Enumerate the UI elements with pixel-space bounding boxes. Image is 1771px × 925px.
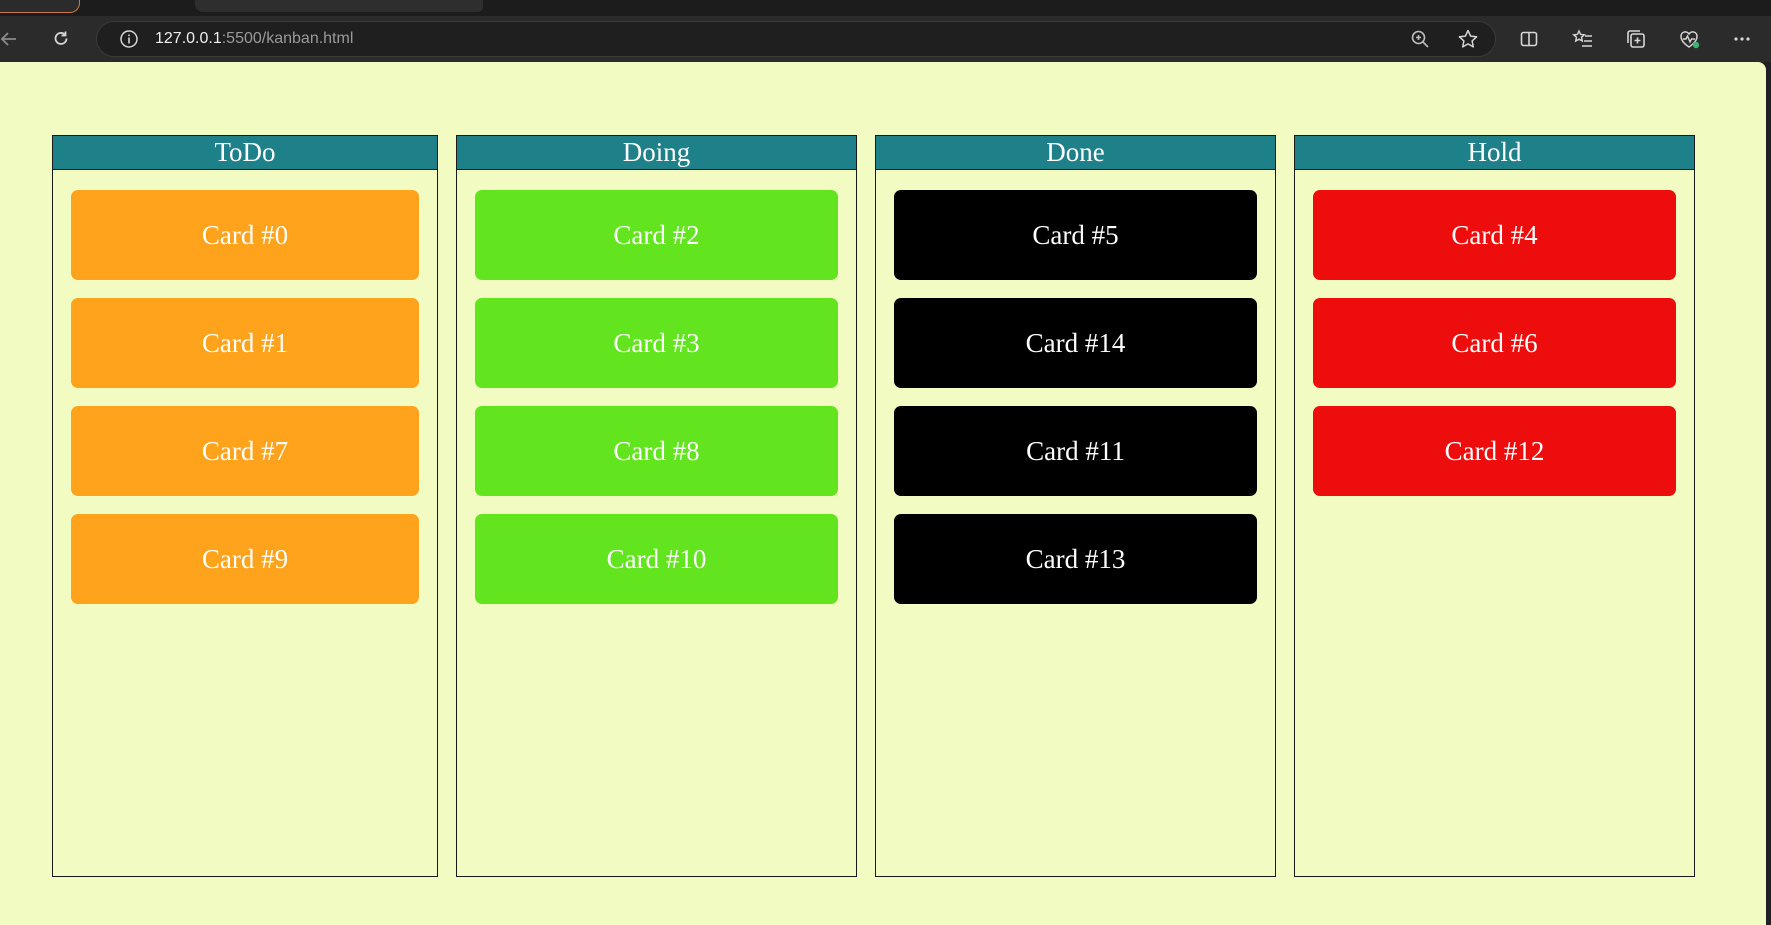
favorites-list-icon[interactable] xyxy=(1568,24,1598,54)
tab-partial-3[interactable] xyxy=(150,0,178,12)
kanban-card[interactable]: Card #10 xyxy=(475,514,838,604)
zoom-in-icon[interactable] xyxy=(1405,24,1435,54)
tab-strip-empty xyxy=(483,0,1771,14)
tab-partial-1[interactable] xyxy=(0,0,80,13)
page-viewport: ToDo Card #0 Card #1 Card #7 Card #9 Doing Car… xyxy=(0,62,1766,925)
kanban-card[interactable]: Card #4 xyxy=(1313,190,1676,280)
column-header: Doing xyxy=(457,136,856,170)
url-host: 127.0.0.1 xyxy=(155,30,222,47)
kanban-card[interactable]: Card #13 xyxy=(894,514,1257,604)
reload-icon[interactable] xyxy=(46,24,76,54)
info-icon[interactable] xyxy=(114,24,144,54)
kanban-card[interactable]: Card #11 xyxy=(894,406,1257,496)
kanban-card[interactable]: Card #2 xyxy=(475,190,838,280)
kanban-card[interactable]: Card #7 xyxy=(71,406,419,496)
window-edge xyxy=(1766,62,1771,925)
kanban-card[interactable]: Card #14 xyxy=(894,298,1257,388)
tab-active[interactable] xyxy=(195,0,485,12)
browser-essentials-icon[interactable] xyxy=(1674,24,1704,54)
kanban-card[interactable]: Card #1 xyxy=(71,298,419,388)
kanban-card[interactable]: Card #12 xyxy=(1313,406,1676,496)
column-header: Hold xyxy=(1295,136,1694,170)
browser-toolbar: 127.0.0.1:5500/kanban.html xyxy=(0,16,1771,62)
tab-strip xyxy=(0,0,1771,16)
column-done[interactable]: Done Card #5 Card #14 Card #11 Card #13 xyxy=(875,135,1276,877)
column-header: ToDo xyxy=(53,136,437,170)
url-text[interactable]: 127.0.0.1:5500/kanban.html xyxy=(155,22,353,56)
address-bar[interactable]: 127.0.0.1:5500/kanban.html xyxy=(96,21,1496,57)
kanban-card[interactable]: Card #0 xyxy=(71,190,419,280)
column-hold[interactable]: Hold Card #4 Card #6 Card #12 xyxy=(1294,135,1695,877)
more-menu-icon[interactable] xyxy=(1727,24,1757,54)
kanban-card[interactable]: Card #9 xyxy=(71,514,419,604)
kanban-card[interactable]: Card #3 xyxy=(475,298,838,388)
column-doing[interactable]: Doing Card #2 Card #3 Card #8 Card #10 xyxy=(456,135,857,877)
url-path: :5500/kanban.html xyxy=(221,30,354,47)
column-header: Done xyxy=(876,136,1275,170)
collections-icon[interactable] xyxy=(1621,24,1651,54)
kanban-card[interactable]: Card #8 xyxy=(475,406,838,496)
kanban-card[interactable]: Card #5 xyxy=(894,190,1257,280)
column-todo[interactable]: ToDo Card #0 Card #1 Card #7 Card #9 xyxy=(52,135,438,877)
kanban-board: ToDo Card #0 Card #1 Card #7 Card #9 Doing Car… xyxy=(52,135,1695,877)
back-arrow-icon[interactable] xyxy=(0,24,24,54)
split-screen-icon[interactable] xyxy=(1514,24,1544,54)
kanban-card[interactable]: Card #6 xyxy=(1313,298,1676,388)
tab-partial-2[interactable] xyxy=(92,0,120,12)
star-icon[interactable] xyxy=(1453,24,1483,54)
